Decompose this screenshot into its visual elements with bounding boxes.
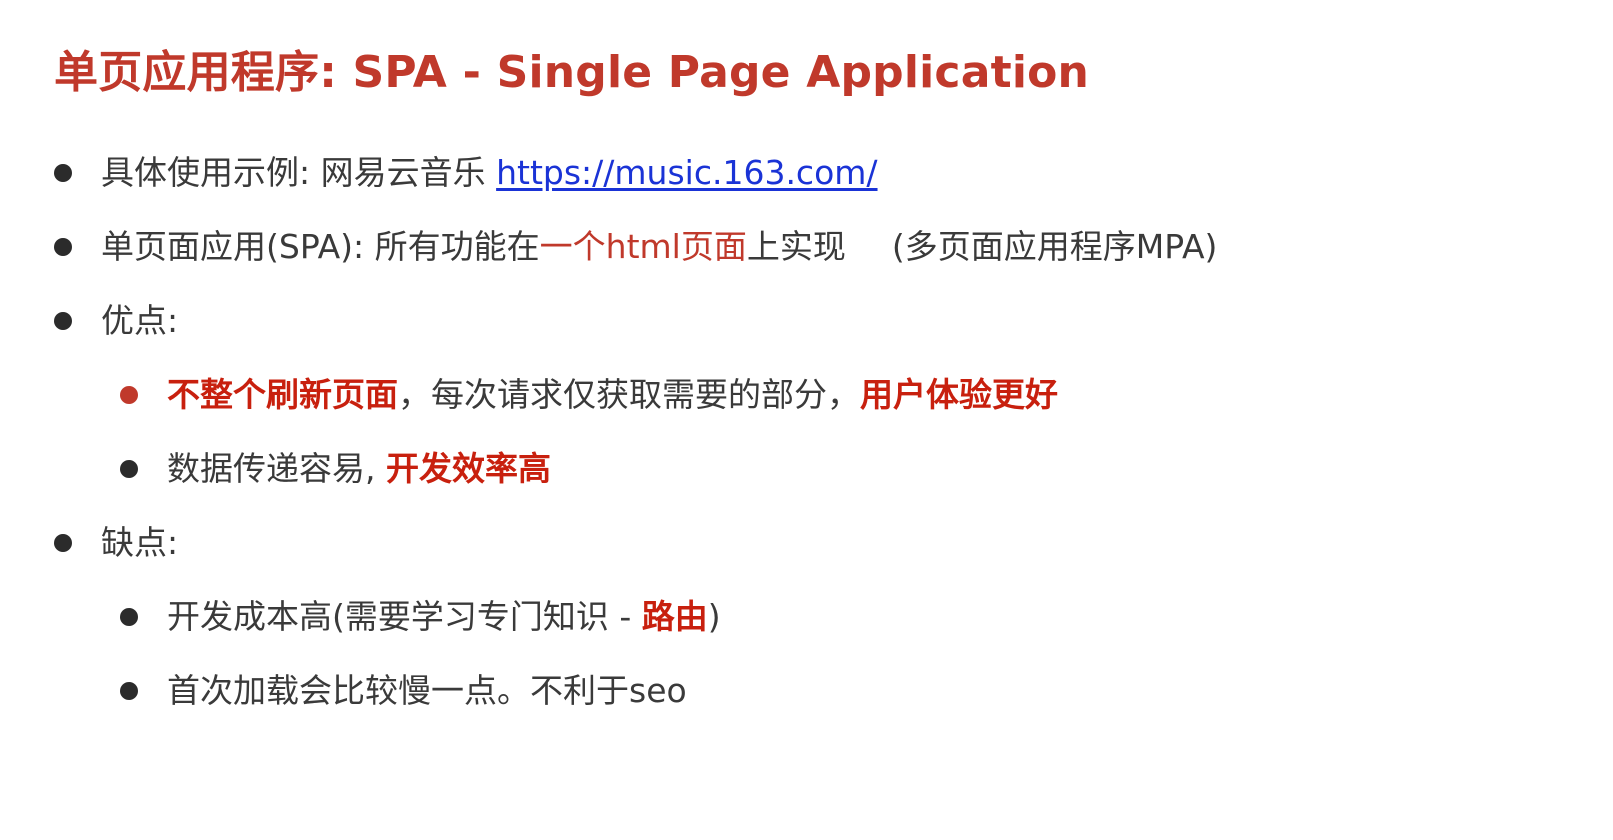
dev-efficiency-emphasis: 开发效率高 — [385, 449, 551, 488]
no-full-refresh-emphasis: 不整个刷新页面 — [167, 375, 398, 414]
music-link[interactable]: https://music.163.com/ — [496, 153, 877, 192]
disadvantage-cost-suffix: ) — [707, 597, 721, 636]
routing-emphasis: 路由 — [641, 597, 708, 636]
sub-item-text: 不整个刷新页面，每次请求仅获取需要的部分，用户体验更好 — [167, 373, 1058, 417]
example-label: 具体使用示例: 网易云音乐 — [101, 153, 497, 192]
advantages-label: 优点: — [101, 301, 179, 340]
bullet-icon — [54, 164, 72, 182]
slide-title: 单页应用程序: SPA - Single Page Application — [54, 47, 1090, 98]
list-item-text: 单页面应用(SPA): 所有功能在一个html页面上实现 (多页面应用程序MPA) — [101, 225, 1217, 269]
bullet-icon — [120, 460, 138, 478]
spa-definition-prefix: 单页面应用(SPA): 所有功能在 — [101, 227, 540, 266]
advantage-refresh-middle: ，每次请求仅获取需要的部分， — [398, 375, 860, 414]
disadvantage-seo-text: 首次加载会比较慢一点。不利于seo — [167, 671, 687, 710]
bullet-icon — [54, 238, 72, 256]
sub-item-text: 数据传递容易, 开发效率高 — [167, 447, 551, 491]
user-experience-emphasis: 用户体验更好 — [860, 375, 1058, 414]
advantage-data-prefix: 数据传递容易, — [167, 449, 386, 488]
mpa-note: (多页面应用程序MPA) — [891, 227, 1218, 266]
spa-definition-suffix: 上实现 — [746, 227, 846, 266]
bullet-icon — [54, 312, 72, 330]
bullet-icon — [120, 386, 138, 404]
disadvantages-label: 缺点: — [101, 523, 179, 562]
sub-item-text: 开发成本高(需要学习专门知识 - 路由) — [167, 595, 721, 639]
disadvantage-cost-prefix: 开发成本高(需要学习专门知识 - — [167, 597, 642, 636]
spa-definition-highlight: 一个html页面 — [539, 227, 747, 266]
list-item-text: 具体使用示例: 网易云音乐 https://music.163.com/ — [101, 151, 878, 195]
bullet-icon — [54, 534, 72, 552]
bullet-icon — [120, 682, 138, 700]
slide: 单页应用程序: SPA - Single Page Application 具体… — [0, 0, 1613, 840]
bullet-icon — [120, 608, 138, 626]
